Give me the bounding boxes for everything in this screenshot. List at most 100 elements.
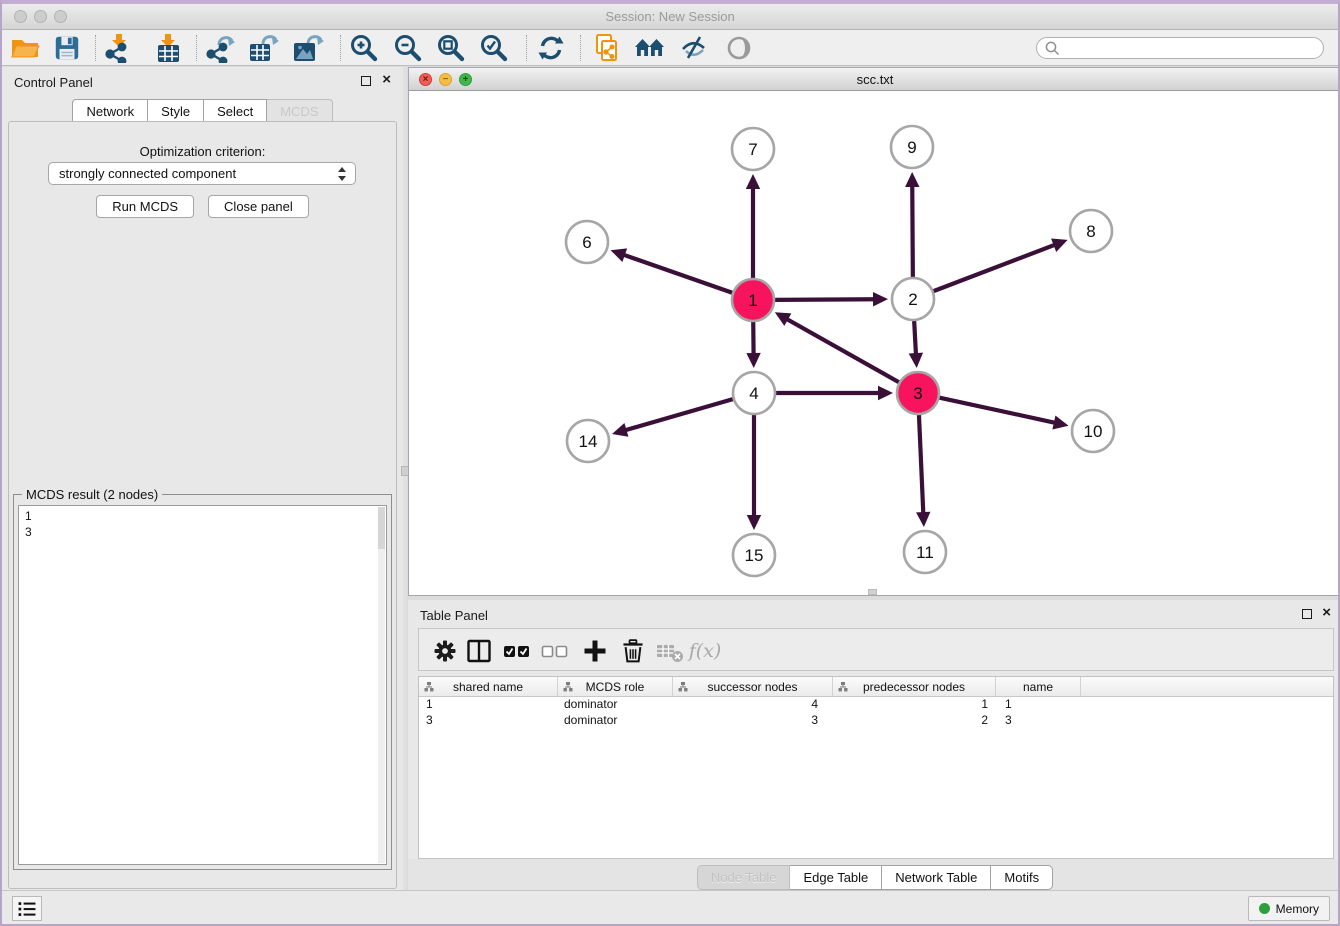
mcds-result-box: MCDS result (2 nodes) 1 3 — [13, 494, 392, 870]
table-tabs: Node Table Edge Table Network Table Moti… — [408, 865, 1340, 890]
run-mcds-button[interactable]: Run MCDS — [96, 195, 194, 218]
close-table-panel-icon[interactable]: × — [1322, 604, 1331, 621]
network-window-titlebar[interactable]: × − + scc.txt — [409, 68, 1340, 91]
graph-node-label: 9 — [907, 138, 916, 157]
apply-layout-icon[interactable] — [534, 33, 568, 63]
table-row[interactable]: 1 dominator 4 1 1 — [419, 697, 1333, 713]
graph-node-label: 1 — [748, 291, 757, 310]
zoom-fit-icon[interactable] — [434, 33, 468, 63]
graph-node-label: 8 — [1086, 222, 1095, 241]
edge-arrowhead — [905, 172, 919, 187]
memory-button[interactable]: Memory — [1248, 896, 1330, 921]
edge-2-9[interactable] — [912, 184, 913, 277]
import-table-icon[interactable] — [151, 33, 185, 63]
panel-divider[interactable] — [403, 67, 407, 896]
table-row[interactable]: 3 dominator 3 2 3 — [419, 713, 1333, 729]
hierarchy-icon — [838, 682, 848, 692]
tab-edge-table[interactable]: Edge Table — [790, 865, 882, 890]
delete-column-icon[interactable] — [619, 637, 647, 665]
home-view-icon[interactable] — [633, 33, 667, 63]
result-scrollbar[interactable] — [378, 507, 385, 863]
network-window-title: scc.txt — [409, 72, 1340, 87]
search-input[interactable] — [1065, 39, 1323, 57]
list-icon — [16, 899, 38, 919]
graph-node-label: 15 — [745, 546, 764, 565]
memory-label: Memory — [1276, 902, 1319, 916]
zoom-in-icon[interactable] — [347, 33, 381, 63]
search-box[interactable] — [1036, 37, 1324, 59]
add-column-icon[interactable] — [581, 637, 609, 665]
control-panel: Control Panel × Network Style Select MCD… — [2, 67, 403, 896]
graph-node-label: 7 — [748, 140, 757, 159]
control-panel-header: Control Panel × — [2, 67, 403, 95]
edge-1-6[interactable] — [622, 254, 732, 293]
graph-node-label: 2 — [908, 290, 917, 309]
select-all-icon[interactable] — [503, 637, 531, 665]
column-header-shared-name[interactable]: shared name — [419, 677, 558, 696]
table-panel: Table Panel × — [408, 600, 1340, 894]
task-history-button[interactable] — [12, 896, 42, 921]
edge-arrowhead — [909, 353, 923, 368]
edge-arrowhead — [746, 174, 760, 189]
criterion-value: strongly connected component — [59, 166, 236, 181]
edge-3-1[interactable] — [785, 318, 899, 382]
show-columns-icon[interactable] — [465, 637, 493, 665]
optimization-criterion-label: Optimization criterion: — [9, 144, 396, 159]
column-header-predecessor-nodes[interactable]: predecessor nodes — [833, 677, 996, 696]
network-view-window: × − + scc.txt 1234678910111415 — [408, 67, 1340, 596]
hierarchy-icon — [424, 682, 434, 692]
column-settings-icon[interactable] — [431, 637, 459, 665]
edge-arrowhead — [611, 248, 628, 262]
toolbar-separator — [526, 35, 527, 61]
deselect-all-icon[interactable] — [541, 637, 569, 665]
graph-node-label: 3 — [913, 384, 922, 403]
network-canvas[interactable]: 1234678910111415 — [409, 91, 1340, 595]
close-panel-icon[interactable]: × — [382, 71, 391, 88]
mcds-result-text: 1 3 — [18, 505, 387, 865]
criterion-dropdown[interactable]: strongly connected component — [48, 162, 356, 185]
float-panel-icon[interactable] — [361, 76, 371, 86]
save-session-icon[interactable] — [50, 33, 84, 63]
zoom-out-icon[interactable] — [391, 33, 425, 63]
edge-arrowhead — [916, 512, 930, 527]
edge-arrowhead — [878, 386, 893, 400]
export-table-icon[interactable] — [246, 33, 280, 63]
edge-arrowhead — [746, 353, 760, 368]
edge-3-10[interactable] — [939, 398, 1056, 423]
memory-status-icon — [1259, 903, 1270, 914]
function-builder-icon: f(x) — [691, 637, 719, 665]
edge-2-3[interactable] — [914, 321, 916, 356]
edge-3-11[interactable] — [919, 415, 923, 515]
graph-node-label: 6 — [582, 233, 591, 252]
table-panel-title: Table Panel — [420, 608, 488, 623]
graph-node-label: 11 — [916, 543, 934, 562]
birds-eye-icon[interactable] — [722, 33, 756, 63]
open-session-icon[interactable] — [8, 33, 42, 63]
export-network-icon[interactable] — [203, 33, 237, 63]
import-network-icon[interactable] — [101, 33, 135, 63]
edge-1-2[interactable] — [775, 299, 876, 300]
tab-network-table[interactable]: Network Table — [882, 865, 991, 890]
column-header-successor-nodes[interactable]: successor nodes — [673, 677, 833, 696]
mcds-tab-content: Optimization criterion: strongly connect… — [8, 121, 397, 889]
column-header-mcds-role[interactable]: MCDS role — [558, 677, 673, 696]
graph-node-label: 10 — [1084, 422, 1103, 441]
close-panel-button[interactable]: Close panel — [208, 195, 309, 218]
zoom-selected-icon[interactable] — [477, 33, 511, 63]
float-table-panel-icon[interactable] — [1302, 609, 1312, 619]
main-titlebar: Session: New Session — [2, 4, 1338, 30]
export-image-icon[interactable] — [291, 33, 325, 63]
edge-2-8[interactable] — [934, 244, 1057, 291]
tab-node-table[interactable]: Node Table — [697, 865, 791, 890]
hide-selected-icon[interactable] — [677, 33, 711, 63]
status-bar: Memory — [2, 890, 1338, 924]
edge-arrowhead — [612, 423, 628, 437]
column-header-name[interactable]: name — [996, 677, 1081, 696]
edge-4-14[interactable] — [624, 399, 733, 431]
table-toolbar: f(x) — [418, 628, 1334, 671]
clone-network-icon[interactable] — [590, 33, 624, 63]
network-resize-grip[interactable] — [868, 589, 877, 595]
graph-node-label: 14 — [579, 432, 598, 451]
tab-motifs[interactable]: Motifs — [991, 865, 1053, 890]
delete-table-icon — [656, 637, 684, 665]
